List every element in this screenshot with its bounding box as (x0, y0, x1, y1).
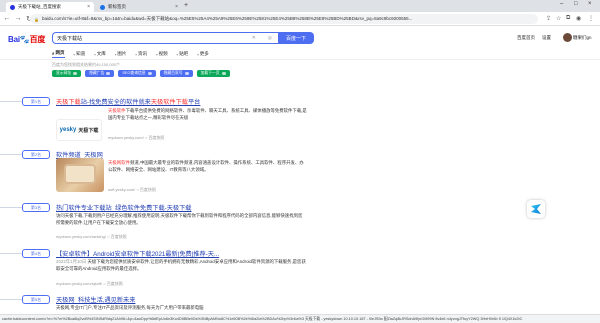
baidu-favicon-icon (10, 4, 15, 10)
profile-icon[interactable]: ◉ (576, 15, 581, 22)
browser-tab-inactive[interactable]: 新标签页 × (96, 2, 182, 12)
toggle-hide-baijiahao[interactable]: 隐藏百家号 (159, 70, 193, 77)
toggle-load-next[interactable]: 加载下一页 (196, 70, 230, 77)
toggle-seo-info[interactable]: SEO查询信息 (118, 70, 156, 77)
tab-web[interactable]: ⌕ 网页 (52, 50, 65, 58)
tab-wenku[interactable]: ▫ 文库 (94, 50, 106, 58)
result-abstract: 天极网软件频道,中国最大最专业的软件频道,内容涵盖设计软件、操作系统、工具软件、… (108, 160, 304, 172)
tab-zhidao[interactable]: ▫ 知道 (74, 50, 86, 58)
toggle-show-url[interactable]: 显示网址 (52, 70, 82, 77)
tieba-icon: ▫ (176, 51, 179, 57)
new-tab-icon[interactable]: + (184, 2, 188, 9)
close-window-icon[interactable]: × (588, 1, 592, 7)
rank-marker: 第2名 (0, 150, 52, 159)
url-text: baidu.com/s?ie=utf-8&f=8&rsv_bp=1&tn=bai… (41, 16, 413, 21)
software-box-thumbnail[interactable] (56, 158, 104, 192)
lock-icon: 🔒 (34, 16, 39, 22)
app-logo-icon (531, 204, 541, 214)
avatar[interactable] (563, 33, 572, 42)
toggle-switch-icon (221, 72, 226, 75)
tab-more[interactable]: ▫ 更多 (197, 50, 209, 58)
divider (0, 59, 600, 60)
result-source[interactable]: mydown.yesky.com/ ○ 百度快照 (108, 135, 164, 141)
result-abstract: 2022年1月10日 天极下载为您提供优质安卓软件,让您的手机拥有无数精彩,An… (56, 259, 306, 271)
result-abstract: 访问天极下载,下载到用户已经充分理解,推荐使用说明,天极软件下载帮你下载到软件和… (56, 213, 303, 225)
bookmark-star-icon[interactable]: ☆ (556, 15, 561, 22)
share-icon[interactable]: ⇪ (546, 15, 551, 22)
result-title-link[interactable]: 天极下载站-找免费安全的软件就来天极软件下载平台 (56, 97, 200, 106)
toggle-switch-icon (106, 72, 111, 75)
result-source[interactable]: mydown.yesky.com/ranking/ ○ 百度快照 (56, 234, 127, 240)
camera-icon[interactable]: ◎ (268, 35, 272, 41)
maximize-icon[interactable]: □ (574, 1, 578, 7)
result-title-link[interactable]: 热门软件专业下载站_绿色软件免费下载-天极下载 (56, 203, 191, 212)
know-icon: ▫ (73, 51, 76, 57)
rank-marker: 第4名 (0, 249, 52, 258)
result-source[interactable]: soft.yesky.com/ ○ 百度快照 (108, 187, 156, 193)
close-tab-icon[interactable]: × (175, 4, 178, 10)
toggle-switch-icon (73, 72, 78, 75)
baidu-logo[interactable]: Bai🐾百度 (8, 34, 45, 45)
forward-icon[interactable]: → (14, 15, 22, 22)
back-icon[interactable]: ← (3, 15, 11, 22)
tab-title: 天极下载站_百度搜索 (18, 4, 62, 9)
browser-toolbar: ← → ↻ 🔒 baidu.com/s?ie=utf-8&f=8&rsv_bp=… (0, 12, 600, 26)
yesky-logo-thumbnail[interactable]: yesky 天极下载 (56, 119, 102, 141)
filter-toggles: 显示网址 隐藏广告 SEO查询信息 隐藏百家号 加载下一页 (52, 70, 230, 77)
more-icon: ▫ (197, 51, 199, 57)
browser-tab-bar: 天极下载站_百度搜索 × 新标签页 × + – □ × (0, 0, 600, 12)
rank-marker: 第1名 (0, 97, 52, 106)
close-tab-icon[interactable]: × (87, 4, 90, 10)
rank-marker: 第5名 (0, 295, 52, 304)
browser-tab-active[interactable]: 天极下载站_百度搜索 × (6, 2, 94, 12)
result-source[interactable]: mydown.yesky.com/sjsoft/ ○ 百度快照 (56, 281, 123, 287)
news-icon: ▫ (135, 51, 137, 57)
tab-tieba[interactable]: ▫ 贴吧 (177, 50, 189, 58)
search-icon: ⌕ (52, 50, 55, 56)
image-icon: ▫ (114, 51, 117, 57)
tab-images[interactable]: ▫ 图片 (115, 50, 127, 58)
search-input[interactable]: 天极下载站 ✕ ◎ (52, 32, 278, 44)
toggle-switch-icon (147, 72, 152, 75)
result-abstract: 天极软件下载平台提供免费的网络软件、杀毒软件、聊天工具、系统工具、媒体播放等免费… (108, 108, 307, 120)
username[interactable]: 糖果们gn (573, 35, 592, 41)
minimize-icon[interactable]: – (560, 1, 563, 7)
extensions-icon[interactable]: ⧉ (566, 15, 570, 22)
settings-link[interactable]: 设置 (542, 35, 551, 41)
result-title-link[interactable]: 天极网_科技生活,遇见新未来 (56, 295, 135, 304)
search-type-tabs: ⌕ 网页 ▫ 知道 ▫ 文库 ▫ 图片 ▫ 资讯 ▫ 视频 ▫ 贴吧 ▫ 更多 (52, 50, 209, 58)
tab-news[interactable]: ▫ 资讯 (135, 50, 147, 58)
tab-title: 新标签页 (108, 4, 126, 9)
address-bar[interactable]: 🔒 baidu.com/s?ie=utf-8&f=8&rsv_bp=1&tn=b… (30, 14, 538, 24)
status-bar: cache.baiducontent.com/c?m=%7m%2Bca8iq2v… (0, 314, 600, 323)
toggle-hide-ads[interactable]: 隐藏广告 (85, 70, 115, 77)
result-title-link[interactable]: 【安卓软件】Android安卓软件下载2021最新|免费|推荐-天... (56, 249, 219, 258)
newtab-favicon-icon (100, 4, 105, 10)
paw-icon: 🐾 (19, 35, 30, 44)
menu-icon[interactable]: ⋮ (588, 15, 594, 22)
result-stats: 百度为您找到相关结果约49,100,000个 (52, 62, 121, 67)
rank-marker: 第3名 (0, 203, 52, 212)
homepage-link[interactable]: 百度首页 (517, 35, 535, 41)
search-button[interactable]: 百度一下 (278, 32, 314, 44)
search-header: Bai🐾百度 天极下载站 ✕ ◎ 百度一下 百度首页 设置 糖果们gn (0, 26, 600, 48)
tab-video[interactable]: ▫ 视频 (156, 50, 168, 58)
toggle-switch-icon (184, 72, 189, 75)
result-abstract: 天极网,专业IT门户,专注IT产品资讯及评测服务,每天为广大用户带来最新电脑 (56, 305, 204, 310)
floating-app-icon[interactable] (527, 200, 545, 218)
search-input-value: 天极下载站 (57, 35, 83, 42)
clear-icon[interactable]: ✕ (252, 35, 256, 41)
doc-icon: ▫ (94, 51, 96, 57)
video-icon: ▫ (155, 51, 158, 57)
